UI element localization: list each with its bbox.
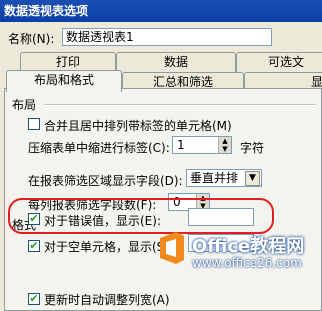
tab-print[interactable]: 打印 <box>20 52 116 72</box>
layout-section-title: 布局 <box>12 98 37 112</box>
highlight-annotation <box>8 198 274 234</box>
watermark-brand: Office教程网 <box>192 236 305 257</box>
filter-area-value: 垂直并排 <box>190 171 239 185</box>
tab-data[interactable]: 数据 <box>116 52 236 72</box>
office-logo-icon <box>160 232 184 264</box>
layout-separator <box>44 104 316 106</box>
indent-unit: 字符 <box>240 141 265 155</box>
name-input[interactable]: 数据透视表1 <box>62 28 272 46</box>
indent-label: 压缩表单中缩进行标签(C): <box>28 141 170 155</box>
dialog-title-bar: 数据透视表选项 <box>0 0 322 22</box>
indent-value: 1 <box>177 138 185 152</box>
dialog-title: 数据透视表选项 <box>4 4 89 18</box>
tab-alt-text[interactable]: 可选文 <box>236 52 322 72</box>
indent-spinner[interactable]: 1 ▲ ▼ <box>172 136 232 154</box>
spin-down-icon[interactable]: ▼ <box>219 145 231 153</box>
merge-center-checkbox[interactable] <box>28 118 40 130</box>
filter-area-label: 在报表筛选区域显示字段(D): <box>28 174 183 188</box>
watermark-url: www.office26.com <box>192 256 302 270</box>
chevron-down-icon[interactable]: ▼ <box>245 171 260 186</box>
tab-layout-format[interactable]: 布局和格式 <box>6 70 122 92</box>
merge-center-label: 合并且居中排列带标签的单元格(M) <box>44 119 232 133</box>
empty-cell-checkbox[interactable]: ✔ <box>28 240 40 252</box>
filter-area-select[interactable]: 垂直并排 ▼ <box>186 169 262 187</box>
autofit-label: 更新时自动调整列宽(A) <box>44 293 170 307</box>
spin-up-icon[interactable]: ▲ <box>219 137 231 145</box>
name-label: 名称(N): <box>8 32 55 46</box>
autofit-checkbox[interactable]: ✔ <box>28 293 40 305</box>
indent-spin-buttons[interactable]: ▲ ▼ <box>218 137 231 153</box>
empty-cell-label: 对于空单元格，显示(S): <box>44 240 174 254</box>
